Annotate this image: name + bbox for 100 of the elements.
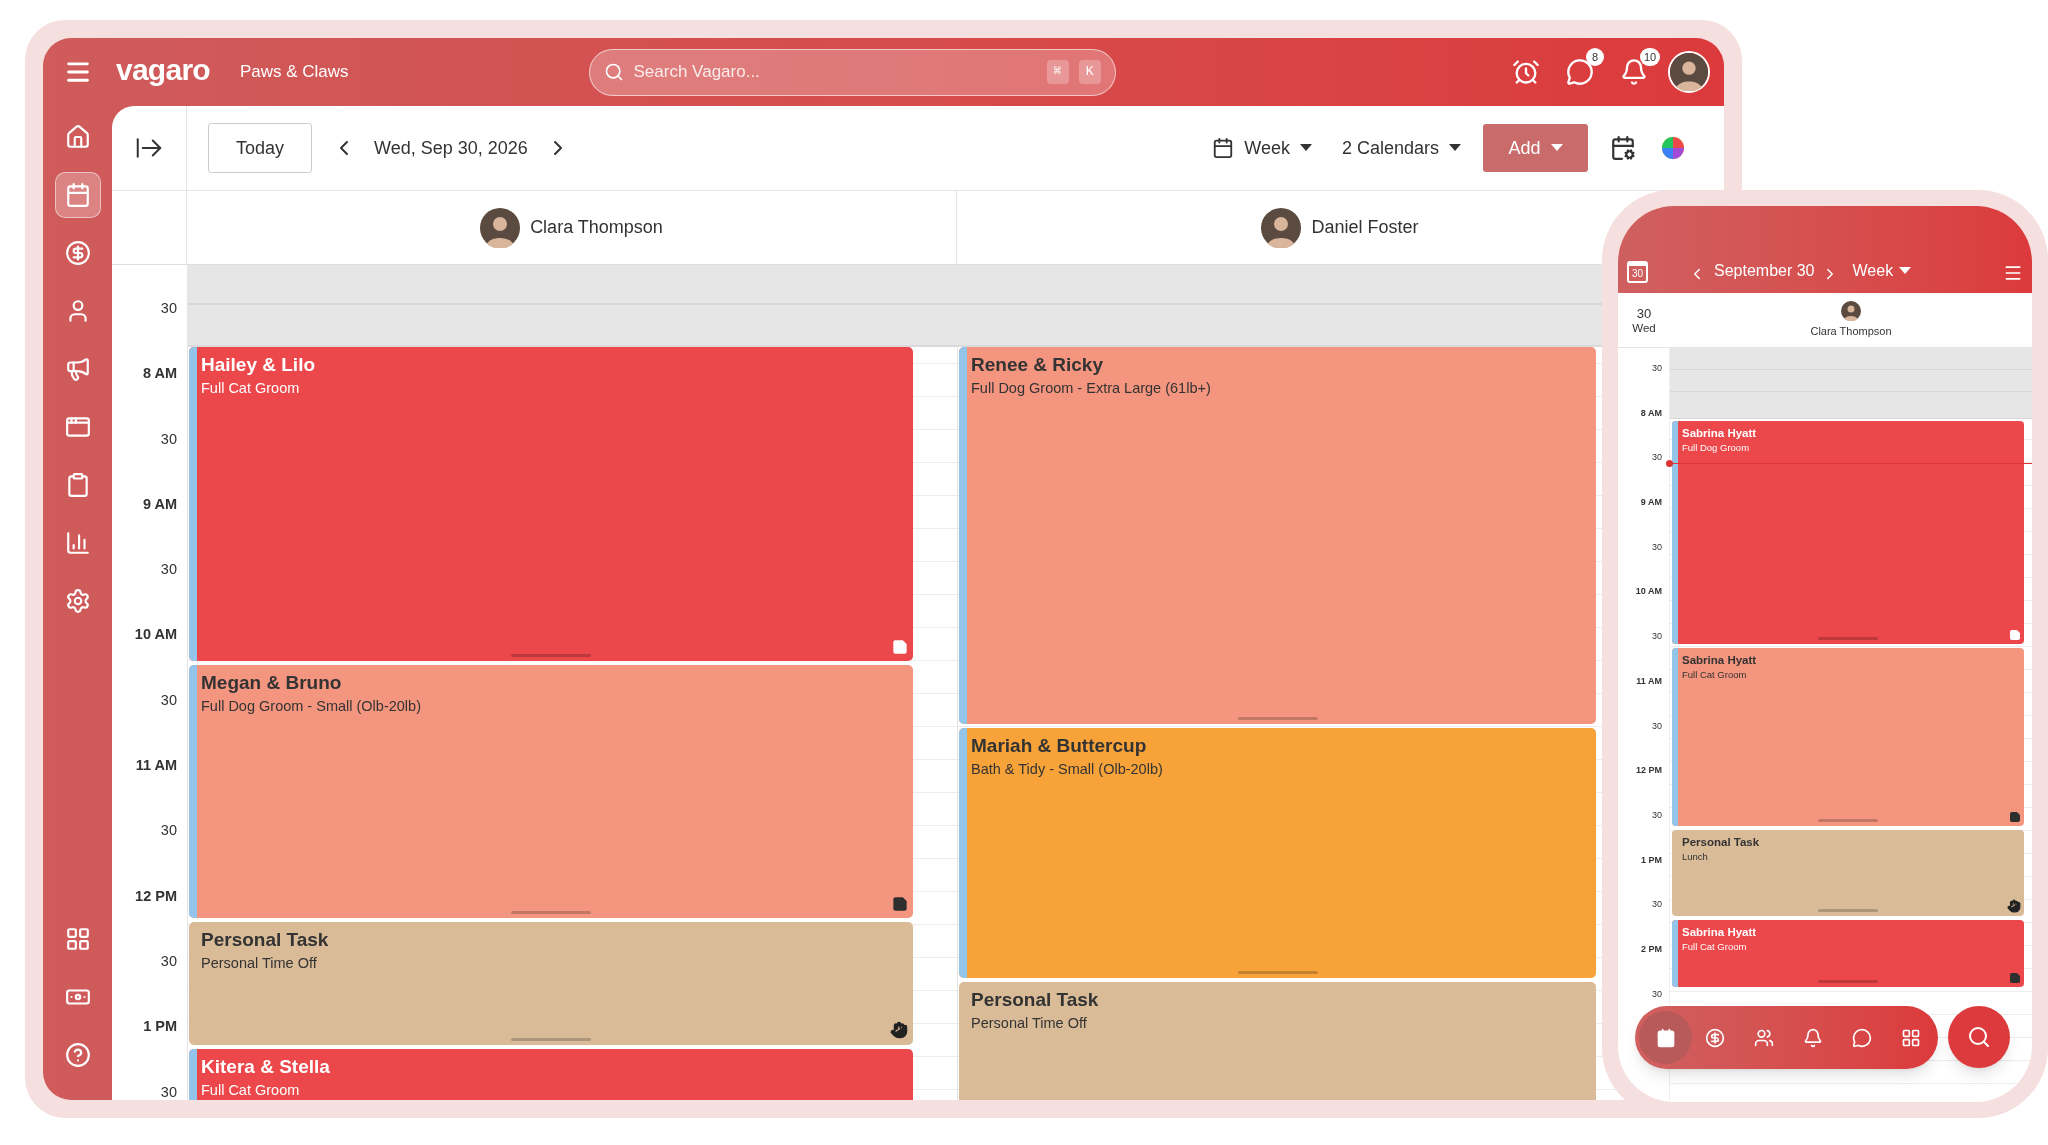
appointment-block[interactable]: Mariah & Buttercup Bath & Tidy - Small (Olb-20lb) <box>959 728 1596 978</box>
alarm-clock-icon[interactable] <box>1512 58 1540 86</box>
time-label: 30 <box>160 430 177 447</box>
note-icon[interactable] <box>2009 811 2021 823</box>
apps-icon <box>1900 1027 1921 1048</box>
event-title: Kitera & Stella <box>201 1055 330 1079</box>
time-label: 30 <box>1652 363 1662 373</box>
time-label: 30 <box>160 822 177 839</box>
megaphone-icon <box>64 356 91 382</box>
time-label: 8 AM <box>1640 407 1662 418</box>
time-label: 30 <box>160 952 177 969</box>
bar-chart-icon <box>64 530 91 556</box>
business-name[interactable]: Paws & Claws <box>239 59 349 85</box>
time-label: 9 AM <box>1640 497 1662 508</box>
search-icon <box>1967 1025 1991 1049</box>
event-title: Personal Task <box>971 988 1099 1012</box>
appointment-block[interactable]: Megan & Bruno Full Dog Groom - Small (Olb-20lb) <box>189 665 913 918</box>
time-label: 30 <box>1652 899 1662 910</box>
chat-icon <box>1851 1027 1872 1048</box>
time-label: 30 <box>1652 452 1662 463</box>
add-button[interactable]: Add <box>1483 124 1588 172</box>
shortcut-key: K <box>1078 60 1101 84</box>
time-label: 30 <box>1652 541 1662 552</box>
time-label: 30 <box>160 300 177 316</box>
event-title: Personal Task <box>1682 835 1760 850</box>
event-service: Full Cat Groom <box>201 1081 301 1100</box>
event-title: Megan & Bruno <box>201 671 343 695</box>
avatar-icon <box>1670 53 1708 91</box>
time-label: 30 <box>160 561 177 578</box>
dollar-icon <box>64 240 91 266</box>
time-label: 1 PM <box>1641 854 1662 865</box>
calendars-dropdown[interactable]: 2 Calendars <box>1341 134 1461 162</box>
nav-item[interactable] <box>1639 1011 1692 1064</box>
settings-icon <box>64 588 91 614</box>
note-icon[interactable] <box>892 896 908 912</box>
task-block[interactable]: Personal Task Personal Time Off <box>189 922 913 1045</box>
appointment-block[interactable]: Sabrina Hyatt Full Cat Groom <box>1672 920 2024 987</box>
event-title: Sabrina Hyatt <box>1682 925 1757 940</box>
time-label: 9 AM <box>142 495 177 512</box>
event-service: Personal Time Off <box>201 954 318 973</box>
event-service: Bath & Tidy - Small (Olb-20lb) <box>971 760 1163 779</box>
note-icon[interactable] <box>2009 972 2021 984</box>
time-label: 11 AM <box>1636 675 1662 686</box>
calendar-icon <box>1212 137 1235 159</box>
weekday: Wed <box>1632 320 1656 335</box>
appointment-block[interactable]: Sabrina Hyatt Full Cat Groom <box>1672 648 2024 826</box>
time-label: 1 PM <box>143 1018 177 1035</box>
logo[interactable]: vagaro <box>116 55 210 89</box>
event-title: Hailey & Lilo <box>201 353 316 377</box>
staff-name: Clara Thompson <box>530 216 663 239</box>
view-dropdown[interactable]: Week <box>1852 259 1912 283</box>
time-label: 30 <box>1652 720 1662 731</box>
time-label: 30 <box>1652 631 1662 642</box>
appointment-block[interactable]: Sabrina Hyatt Full Dog Groom <box>1672 421 2024 644</box>
staff-name: Daniel Foster <box>1311 216 1419 239</box>
help-icon <box>64 1042 91 1068</box>
view-dropdown[interactable]: Week <box>1212 134 1312 162</box>
event-title: Sabrina Hyatt <box>1682 426 1757 441</box>
current-date: Wed, Sep 30, 2026 <box>374 136 528 160</box>
event-service: Full Dog Groom <box>1682 441 1751 454</box>
appointment-block[interactable]: Hailey & Lilo Full Cat Groom <box>189 347 913 661</box>
hand-icon[interactable] <box>890 1021 908 1039</box>
search-button[interactable] <box>1948 1006 2010 1068</box>
caret-icon <box>1899 267 1912 275</box>
event-service: Personal Time Off <box>971 1014 1088 1033</box>
time-label: 12 PM <box>1636 765 1662 776</box>
window-icon <box>64 414 91 440</box>
home-icon <box>64 124 91 150</box>
task-block[interactable]: Personal Task Personal Time Off <box>959 982 1596 1100</box>
calendar-settings-icon[interactable] <box>1610 135 1636 161</box>
avatar-icon <box>1261 207 1302 248</box>
appointment-block[interactable]: Renee & Ricky Full Dog Groom - Extra Large (61lb+) <box>959 347 1596 724</box>
time-label: 11 AM <box>135 757 177 774</box>
shortcut-key: ⌘ <box>1046 60 1069 84</box>
people-icon <box>1753 1027 1774 1048</box>
today-button[interactable]: Today <box>208 123 312 173</box>
calendar-date-icon[interactable]: 30 <box>1627 261 1648 283</box>
event-service: Full Dog Groom - Small (Olb-20lb) <box>201 697 421 716</box>
dollar-icon <box>1704 1027 1725 1048</box>
event-service: Full Cat Groom <box>1682 940 1748 953</box>
count-badge: 10 <box>1640 48 1660 66</box>
avatar-icon <box>1841 300 1861 321</box>
chat-icon[interactable] <box>1566 58 1594 86</box>
event-service: Full Dog Groom - Extra Large (61lb+) <box>971 379 1211 398</box>
event-title: Sabrina Hyatt <box>1682 653 1757 668</box>
event-service: Full Cat Groom <box>201 379 301 398</box>
search-icon <box>603 62 624 82</box>
task-block[interactable]: Personal Task Lunch <box>1672 830 2024 916</box>
time-label: 30 <box>1652 809 1662 820</box>
appointment-block[interactable]: Kitera & Stella Full Cat Groom <box>189 1049 913 1100</box>
hand-icon[interactable] <box>2007 899 2021 913</box>
search-field[interactable]: Search Vagaro... <box>633 59 1037 85</box>
phone-date: September 30 <box>1714 261 1815 281</box>
time-label: 8 AM <box>142 365 177 382</box>
time-label: 12 PM <box>135 887 177 904</box>
calendar-icon <box>1655 1027 1676 1048</box>
sidebar-item[interactable] <box>54 172 101 218</box>
time-label: 30 <box>1652 988 1662 999</box>
menu-icon[interactable] <box>2003 263 2023 283</box>
color-wheel-icon[interactable] <box>1662 137 1684 159</box>
